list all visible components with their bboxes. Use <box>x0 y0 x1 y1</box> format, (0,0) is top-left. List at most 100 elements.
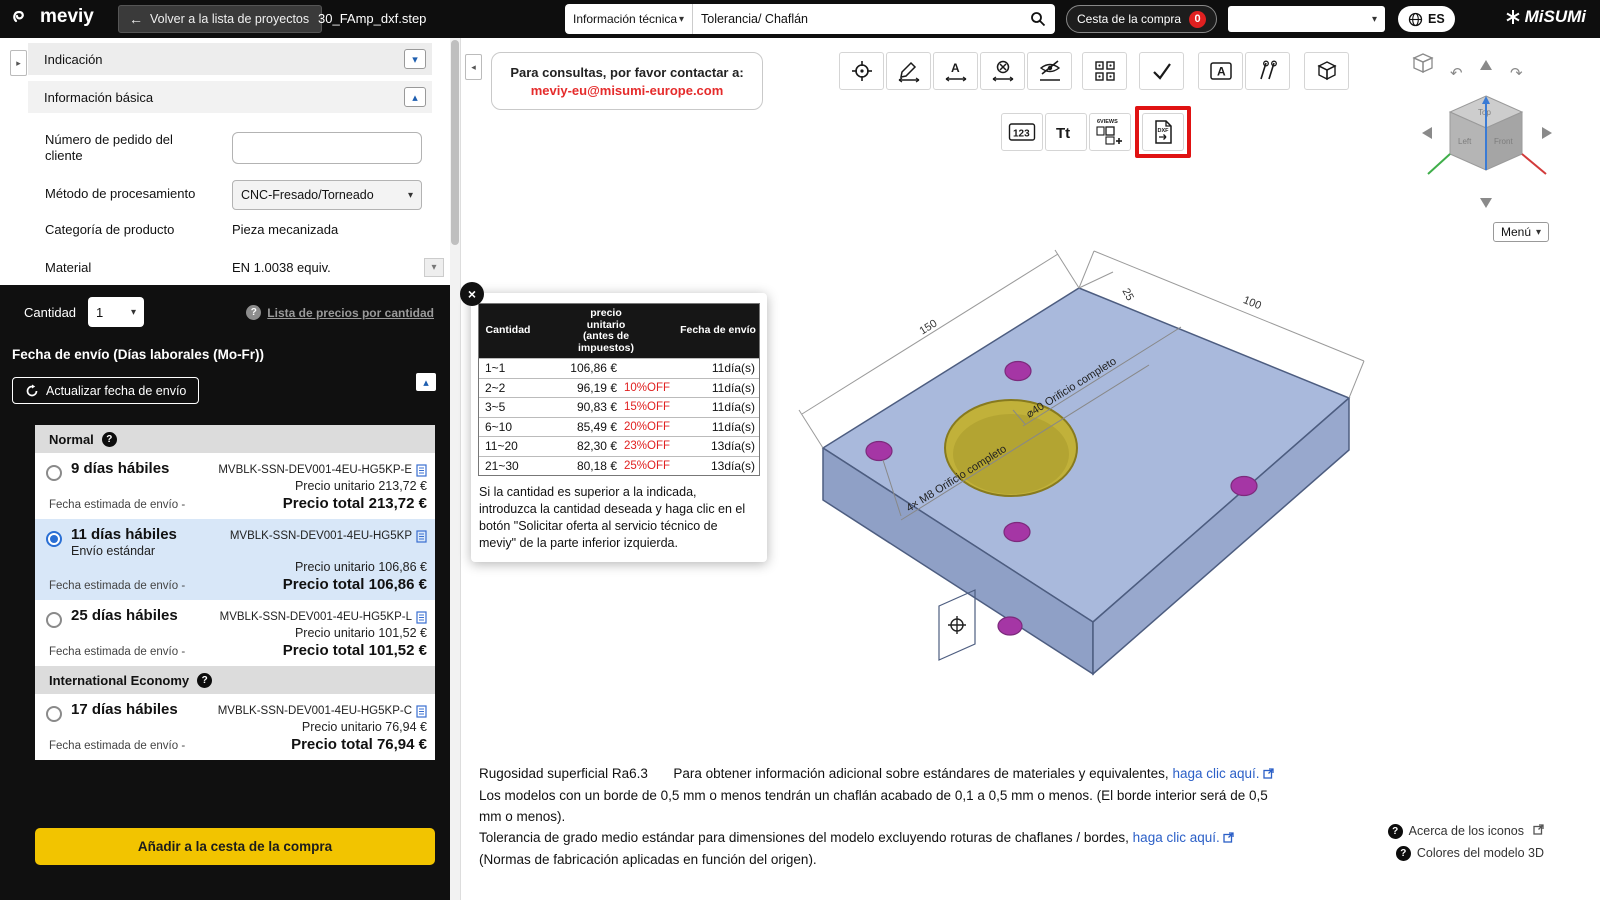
m8-hole <box>1230 475 1258 497</box>
contact-line: Para consultas, por favor contactar a: <box>510 64 744 80</box>
update-shipping-date-button[interactable]: Actualizar fecha de envío <box>12 377 200 404</box>
shipping-option-selected[interactable]: 11 días hábiles MVBLK-SSN-DEV001-4EU-HG5… <box>35 519 435 600</box>
plate-top-face <box>821 287 1351 623</box>
customer-order-input[interactable] <box>232 132 422 164</box>
rotate-right-icon[interactable]: ↷ <box>1510 65 1523 82</box>
view-cube-widget[interactable]: ↶ ↷ Top Left Front <box>1406 48 1566 222</box>
intl-group-header: International Economy <box>35 666 435 694</box>
globe-icon <box>1408 12 1423 26</box>
search-category-select[interactable]: Información técnica <box>565 4 693 34</box>
close-icon[interactable] <box>460 282 484 306</box>
3d-view-tool-button[interactable] <box>1304 52 1349 90</box>
rotate-left-icon[interactable]: ↶ <box>1450 65 1463 82</box>
radio-button[interactable] <box>46 612 62 628</box>
basic-info-collapse-button[interactable] <box>404 87 426 107</box>
help-icon[interactable] <box>197 672 213 688</box>
home-view-icon[interactable] <box>1412 53 1434 74</box>
form-scroll-down-button[interactable] <box>424 258 444 277</box>
pattern-tool-button[interactable] <box>1082 52 1127 90</box>
help-icon <box>246 305 262 320</box>
about-icons-link[interactable]: Acerca de los iconos <box>1387 820 1544 842</box>
price-row: 11~20 82,30 € 23%OFF 13día(s) <box>479 436 759 456</box>
back-to-projects-button[interactable]: Volver a la lista de proyectos <box>118 5 323 33</box>
hide-dimensions-tool-button[interactable] <box>1027 52 1072 90</box>
material-label: Material <box>45 260 92 275</box>
external-link-icon <box>1262 764 1274 785</box>
text-annotation-tool-button[interactable]: A <box>1198 52 1243 90</box>
panel-collapse-handle[interactable]: ▸ <box>10 50 27 76</box>
shipping-option[interactable]: 17 días hábiles MVBLK-SSN-DEV001-4EU-HG5… <box>35 694 435 760</box>
rotate-right-arrow[interactable] <box>1542 127 1552 139</box>
measure-length-tool-button[interactable] <box>886 52 931 90</box>
col-ship-date: Fecha de envío <box>680 324 756 337</box>
price-list-link[interactable]: Lista de precios por cantidad <box>246 305 434 320</box>
option-estimated-date: Fecha estimada de envío - <box>49 580 186 592</box>
add-to-cart-button[interactable]: Añadir a la cesta de la compra <box>35 828 435 865</box>
dim-100: 100 <box>1241 294 1263 312</box>
rotate-left-arrow[interactable] <box>1422 127 1432 139</box>
geometric-tolerance-tool-button[interactable] <box>1245 52 1290 90</box>
svg-text:6VIEWS: 6VIEWS <box>1097 119 1118 125</box>
tolerance-info-link[interactable]: haga clic aquí. <box>1133 830 1220 845</box>
option-part-code: MVBLK-SSN-DEV001-4EU-HG5KP-E <box>218 464 412 476</box>
option-total-price: Precio total 76,94 € <box>291 736 427 753</box>
center-mark-tool-button[interactable] <box>839 52 884 90</box>
copy-document-icon[interactable] <box>416 529 427 543</box>
option-estimated-date: Fecha estimada de envío - <box>49 740 186 752</box>
radio-button[interactable] <box>46 706 62 722</box>
numeric-input-tool-button[interactable]: 123 <box>1001 113 1043 151</box>
help-icon[interactable] <box>101 431 117 447</box>
svg-text:Tt: Tt <box>1056 125 1070 142</box>
text-size-tool-button[interactable]: Tt <box>1045 113 1087 151</box>
rotate-down-arrow[interactable] <box>1480 198 1492 208</box>
viewer-collapse-handle[interactable]: ◂ <box>465 54 482 80</box>
contact-email[interactable]: meviy-eu@misumi-europe.com <box>531 83 724 98</box>
dimension-delete-tool-button[interactable] <box>980 52 1025 90</box>
radio-button[interactable] <box>46 465 62 481</box>
option-unit-price: Precio unitario 101,52 € <box>294 626 427 640</box>
six-views-icon: 6VIEWS <box>1096 119 1122 145</box>
option-unit-price: Precio unitario 76,94 € <box>301 720 427 734</box>
quantity-select[interactable]: 1 <box>88 297 145 327</box>
cart-button[interactable]: Cesta de la compra 0 <box>1066 5 1218 33</box>
product-category-value: Pieza mecanizada <box>232 222 339 237</box>
viewer-menu-button[interactable]: Menú <box>1493 222 1549 242</box>
svg-text:123: 123 <box>1013 129 1030 140</box>
check-tool-button[interactable] <box>1139 52 1184 90</box>
option-estimated-date: Fecha estimada de envío - <box>49 646 186 658</box>
six-views-tool-button[interactable]: 6VIEWS <box>1089 113 1131 151</box>
order-panel: Cantidad 1 Lista de precios por cantidad… <box>0 285 450 900</box>
processing-method-select[interactable]: CNC-Fresado/Torneado <box>232 180 422 210</box>
misumi-logo-text: MiSUMi <box>1524 7 1586 26</box>
dimension-delete-icon <box>992 60 1013 82</box>
price-row: 6~10 85,49 € 20%OFF 11día(s) <box>479 416 759 437</box>
shipping-collapse-button[interactable] <box>416 373 436 391</box>
language-selector[interactable]: ES <box>1398 6 1455 32</box>
model-3d-viewport[interactable]: 150 100 25 ⌀40 Orificio completo 4× M8 O… <box>761 248 1421 768</box>
svg-text:Top: Top <box>1478 108 1491 117</box>
normal-header-label: Normal <box>49 431 94 447</box>
search-input[interactable] <box>693 12 1021 26</box>
shipping-option[interactable]: 25 días hábiles MVBLK-SSN-DEV001-4EU-HG5… <box>35 600 435 666</box>
pattern-grid-icon <box>1094 61 1115 81</box>
col-unit-price: precio unitario (antes de impuestos) <box>577 307 634 354</box>
copy-document-icon[interactable] <box>416 704 427 718</box>
search-button[interactable] <box>1021 4 1055 34</box>
view-cube[interactable]: Top Left Front <box>1427 95 1547 175</box>
center-mark-icon <box>851 61 872 81</box>
indication-expand-button[interactable] <box>404 49 426 69</box>
top-bar: meviy Volver a la lista de proyectos 30_… <box>0 0 1600 38</box>
model-colors-link[interactable]: Colores del modelo 3D <box>1388 842 1544 864</box>
meviy-logo[interactable]: meviy <box>12 6 94 28</box>
search-icon <box>1031 12 1046 27</box>
shipping-option[interactable]: 9 días hábiles MVBLK-SSN-DEV001-4EU-HG5K… <box>35 453 435 519</box>
topbar-empty-select[interactable] <box>1228 6 1385 32</box>
copy-document-icon[interactable] <box>416 463 427 477</box>
materials-info-link[interactable]: haga clic aquí. <box>1172 766 1259 781</box>
dxf-export-button[interactable]: DXF <box>1142 113 1184 151</box>
sidebar-scrollbar-thumb[interactable] <box>451 40 459 245</box>
dimension-text-tool-button[interactable]: A <box>933 52 978 90</box>
radio-button[interactable] <box>46 531 62 547</box>
copy-document-icon[interactable] <box>416 610 427 624</box>
rotate-up-arrow[interactable] <box>1480 60 1492 70</box>
